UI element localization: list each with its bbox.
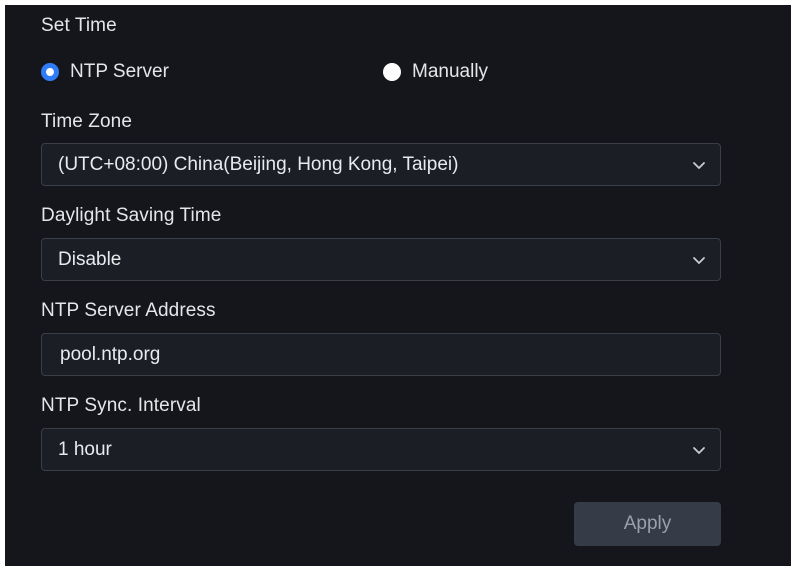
- apply-button[interactable]: Apply: [574, 502, 721, 546]
- ntp-sync-interval-select[interactable]: 1 hour: [41, 428, 721, 471]
- chevron-down-icon: [693, 256, 705, 264]
- ntp-sync-interval-value: 1 hour: [58, 438, 112, 460]
- time-zone-select[interactable]: (UTC+08:00) China(Beijing, Hong Kong, Ta…: [41, 143, 721, 186]
- ntp-server-address-value: pool.ntp.org: [60, 343, 161, 365]
- daylight-saving-value: Disable: [58, 248, 122, 270]
- ntp-server-radio-label: NTP Server: [70, 61, 169, 82]
- ntp-sync-interval-label: NTP Sync. Interval: [41, 395, 201, 416]
- manually-radio-option[interactable]: Manually: [383, 60, 488, 84]
- chevron-down-icon: [693, 161, 705, 169]
- set-time-label: Set Time: [41, 15, 117, 36]
- daylight-saving-label: Daylight Saving Time: [41, 205, 222, 226]
- ntp-server-address-label: NTP Server Address: [41, 300, 216, 321]
- radio-unchecked-icon[interactable]: [383, 63, 401, 81]
- time-zone-label: Time Zone: [41, 111, 133, 132]
- ntp-server-radio-option[interactable]: NTP Server: [41, 60, 169, 84]
- ntp-server-address-input[interactable]: pool.ntp.org: [41, 333, 721, 376]
- daylight-saving-select[interactable]: Disable: [41, 238, 721, 281]
- time-zone-value: (UTC+08:00) China(Beijing, Hong Kong, Ta…: [58, 153, 459, 175]
- time-settings-panel: Set Time NTP Server Manually Time Zone (…: [5, 5, 791, 566]
- manually-radio-label: Manually: [412, 61, 489, 82]
- radio-checked-icon[interactable]: [41, 63, 59, 81]
- chevron-down-icon: [693, 446, 705, 454]
